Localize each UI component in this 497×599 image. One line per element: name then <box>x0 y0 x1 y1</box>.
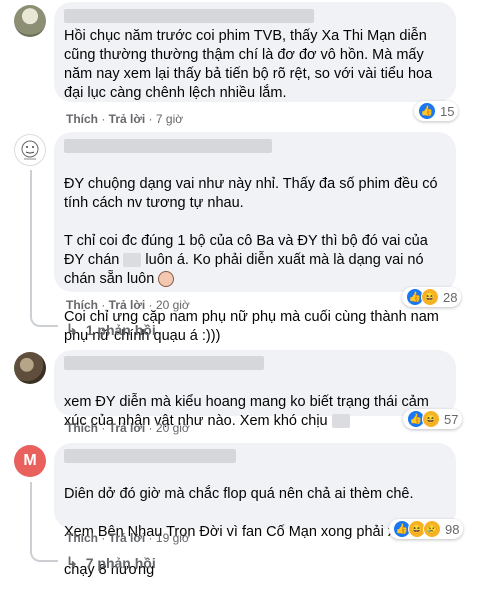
redacted-word <box>123 253 142 268</box>
thread-line <box>30 170 32 310</box>
reaction-summary[interactable]: 👍 15 <box>414 101 459 121</box>
woman-emoji-icon <box>158 271 175 288</box>
redacted-word <box>331 414 350 429</box>
drawn-face-icon <box>21 140 39 160</box>
like-button[interactable]: Thích <box>66 531 98 545</box>
timestamp[interactable]: 20 giờ <box>156 298 190 312</box>
comment-text: Hồi chục năm trước coi phim TVB, thấy Xa… <box>64 28 433 101</box>
comment-actions: Thích · Trả lời · 20 giờ <box>66 298 190 312</box>
comment-actions: Thích · Trả lời · 20 giờ <box>66 421 190 435</box>
sad-icon: 😢 <box>423 520 441 538</box>
reply-button[interactable]: Trả lời <box>109 421 146 435</box>
commenter-name-redacted[interactable] <box>64 139 272 153</box>
reaction-summary[interactable]: 👍 😆 28 <box>402 287 462 307</box>
thread-line <box>30 482 32 546</box>
commenter-name-redacted[interactable] <box>64 9 314 23</box>
haha-icon: 😆 <box>421 288 439 306</box>
thread-branch <box>30 305 58 327</box>
avatar[interactable] <box>14 352 46 384</box>
view-replies-link[interactable]: ↳ 1 phản hồi <box>66 321 156 338</box>
reply-button[interactable]: Trả lời <box>109 112 146 126</box>
reply-arrow-icon: ↳ <box>66 321 78 337</box>
comment-actions: Thích · Trả lời · 19 giờ <box>66 531 190 545</box>
like-button[interactable]: Thích <box>66 298 98 312</box>
reply-button[interactable]: Trả lời <box>109 531 146 545</box>
like-button[interactable]: Thích <box>66 421 98 435</box>
commenter-name-redacted[interactable] <box>64 449 236 463</box>
timestamp[interactable]: 20 giờ <box>156 421 190 435</box>
avatar[interactable] <box>14 134 46 166</box>
like-button[interactable]: Thích <box>66 112 98 126</box>
reply-arrow-icon: ↳ <box>66 554 78 570</box>
avatar[interactable] <box>14 5 46 37</box>
timestamp[interactable]: 7 giờ <box>156 112 183 126</box>
reply-button[interactable]: Trả lời <box>109 298 146 312</box>
commenter-name-redacted[interactable] <box>64 356 264 370</box>
avatar[interactable]: M <box>14 445 46 477</box>
comment-actions: Thích · Trả lời · 7 giờ <box>66 112 184 126</box>
like-icon: 👍 <box>418 102 436 120</box>
view-replies-link[interactable]: ↳ 7 phản hồi <box>66 554 156 571</box>
reaction-summary[interactable]: 👍 😆 😢 98 <box>389 519 464 539</box>
haha-icon: 😆 <box>422 410 440 428</box>
timestamp[interactable]: 19 giờ <box>156 531 190 545</box>
thread-branch <box>30 540 58 562</box>
reaction-summary[interactable]: 👍 😆 57 <box>403 409 463 429</box>
